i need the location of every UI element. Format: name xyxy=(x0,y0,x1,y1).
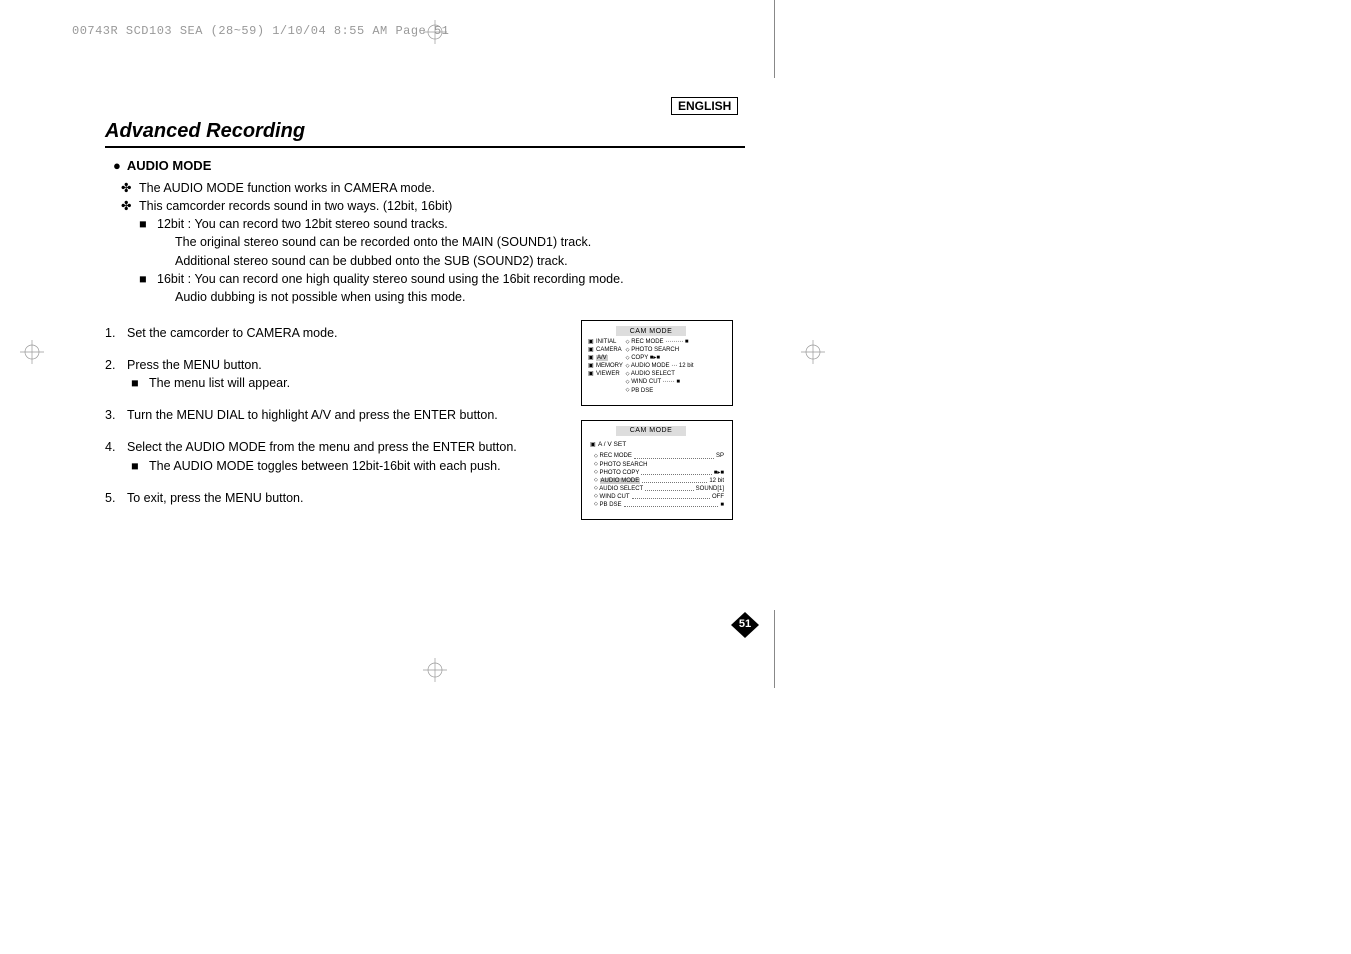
bit-desc: Additional stereo sound can be dubbed on… xyxy=(175,252,745,270)
print-header: 00743R SCD103 SEA (28~59) 1/10/04 8:55 A… xyxy=(72,24,449,38)
substep-text: The AUDIO MODE toggles between 12bit-16b… xyxy=(149,457,501,475)
square-bullet-icon: ■ xyxy=(139,215,157,233)
step-number: 2. xyxy=(105,356,127,374)
intro-line: The AUDIO MODE function works in CAMERA … xyxy=(139,179,435,197)
folder-icon: ▣ xyxy=(588,354,596,362)
screen-title: CAM MODE xyxy=(616,326,686,336)
step-text: Set the camcorder to CAMERA mode. xyxy=(127,326,338,340)
folder-icon: ▣ xyxy=(588,362,596,370)
step-number: 4. xyxy=(105,438,127,456)
crop-mark xyxy=(774,0,775,78)
page-number: 51 xyxy=(731,618,759,630)
step-text: Turn the MENU DIAL to highlight A/V and … xyxy=(127,408,498,422)
language-badge: ENGLISH xyxy=(671,97,738,115)
square-bullet-icon: ■ xyxy=(131,457,149,475)
crop-mark xyxy=(774,610,775,688)
step-number: 3. xyxy=(105,406,127,424)
intro-line: This camcorder records sound in two ways… xyxy=(139,197,452,215)
screen-title: CAM MODE xyxy=(616,426,686,436)
step-text: To exit, press the MENU button. xyxy=(127,491,303,505)
page-number-badge: 51 xyxy=(731,618,759,638)
folder-icon: ▣ xyxy=(588,346,596,354)
substep-text: The menu list will appear. xyxy=(149,374,290,392)
menu-screen-illustration: CAM MODE ▣INITIAL ▣CAMERA ▣A/V ▣MEMORY ▣… xyxy=(581,320,733,406)
bullet-icon: ✤ xyxy=(121,197,139,215)
square-bullet-icon: ■ xyxy=(131,374,149,392)
registration-mark-icon xyxy=(423,20,447,44)
bullet-icon: ● xyxy=(113,158,121,173)
audio-mode-heading: ●AUDIO MODE xyxy=(113,158,745,173)
bit-desc: Audio dubbing is not possible when using… xyxy=(175,288,745,306)
step-text: Select the AUDIO MODE from the menu and … xyxy=(127,440,517,454)
folder-icon: ▣ xyxy=(588,370,596,378)
bit-desc: The original stereo sound can be recorde… xyxy=(175,233,745,251)
step-text: Press the MENU button. xyxy=(127,358,262,372)
square-bullet-icon: ■ xyxy=(139,270,157,288)
registration-mark-icon xyxy=(20,340,44,364)
folder-icon: ▣ xyxy=(588,338,596,346)
registration-mark-icon xyxy=(801,340,825,364)
bit-label: 12bit : xyxy=(157,215,191,233)
menu-screen-illustration: CAM MODE ▣A / V SET ◇ REC MODESP ◇ PHOTO… xyxy=(581,420,733,520)
section-title: Advanced Recording xyxy=(105,120,745,148)
back-icon: ▣ xyxy=(590,441,598,449)
step-number: 5. xyxy=(105,489,127,507)
bit-desc: You can record one high quality stereo s… xyxy=(195,270,624,288)
bullet-icon: ✤ xyxy=(121,179,139,197)
bit-desc: You can record two 12bit stereo sound tr… xyxy=(195,215,448,233)
bit-label: 16bit : xyxy=(157,270,191,288)
step-number: 1. xyxy=(105,324,127,342)
registration-mark-icon xyxy=(423,658,447,682)
